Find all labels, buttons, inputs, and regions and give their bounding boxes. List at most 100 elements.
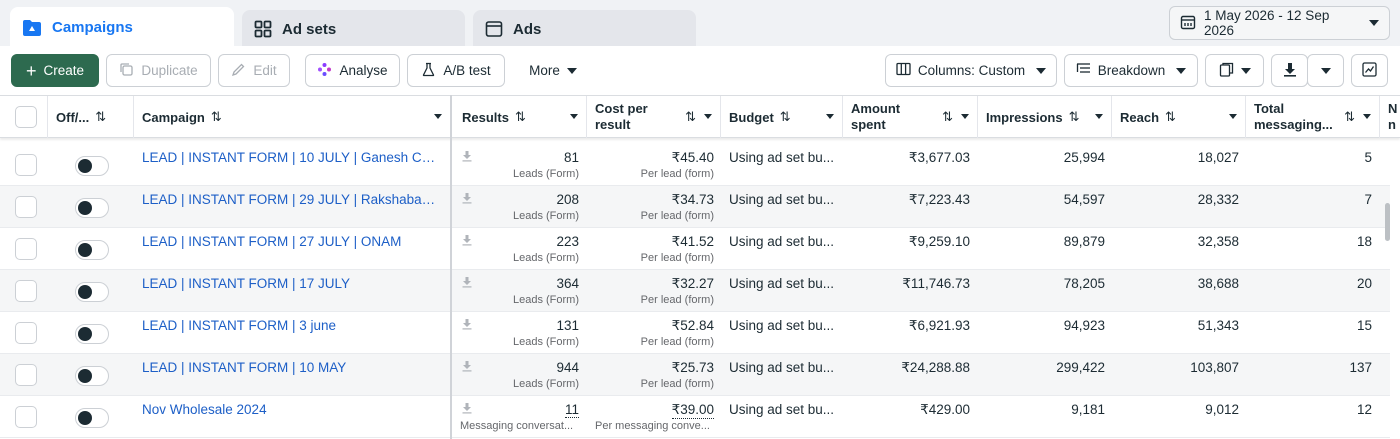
cost-value[interactable]: ₹39.00 <box>671 402 714 419</box>
header-budget[interactable]: Budget ⇅ <box>721 96 843 138</box>
campaign-toggle[interactable] <box>75 324 109 344</box>
sort-icon[interactable]: ⇅ <box>685 109 696 125</box>
tab-ad-sets[interactable]: Ad sets <box>242 10 465 48</box>
row-checkbox[interactable] <box>15 322 37 344</box>
header-label-wrap: Nn <box>1388 101 1397 133</box>
chevron-down-icon <box>566 67 577 74</box>
row-checkbox[interactable] <box>15 280 37 302</box>
edit-button[interactable]: Edit <box>218 54 290 87</box>
sort-icon[interactable]: ⇅ <box>942 109 953 125</box>
row-checkbox[interactable] <box>15 196 37 218</box>
table-row[interactable]: LEAD | INSTANT FORM | 17 JULY 364 Leads (F… <box>0 270 1390 312</box>
header-results[interactable]: Results ⇅ <box>454 96 587 138</box>
date-range-picker[interactable]: 1 May 2026 - 12 Sep 2026 <box>1169 6 1390 40</box>
cost-type: Per lead (form) <box>640 168 714 180</box>
campaign-toggle[interactable] <box>75 282 109 302</box>
cost-value: ₹25.73 <box>671 360 714 375</box>
breakdown-button[interactable]: Breakdown <box>1064 54 1198 87</box>
header-label: Cost per <box>595 101 648 116</box>
header-label: Results <box>462 109 509 125</box>
chevron-down-icon[interactable] <box>961 114 969 119</box>
row-checkbox[interactable] <box>15 154 37 176</box>
campaign-toggle[interactable] <box>75 156 109 176</box>
columns-button[interactable]: Columns: Custom <box>885 54 1057 87</box>
chevron-down-icon[interactable] <box>570 114 578 119</box>
results-value: 944 <box>556 360 579 375</box>
chevron-down-icon[interactable] <box>704 114 712 119</box>
table-row[interactable]: Nov Wholesale 2024 11 Messaging conversat.… <box>0 396 1390 438</box>
sort-icon[interactable]: ⇅ <box>1165 109 1176 125</box>
campaign-name-link[interactable]: Nov Wholesale 2024 <box>142 402 438 417</box>
chevron-down-icon[interactable] <box>1229 114 1237 119</box>
row-checkbox[interactable] <box>15 238 37 260</box>
chevron-down-icon[interactable] <box>434 114 442 119</box>
header-off-on[interactable]: Off/... ⇅ <box>48 96 134 138</box>
duplicate-button[interactable]: Duplicate <box>106 54 211 87</box>
header-select-all[interactable] <box>0 96 48 138</box>
chevron-down-icon[interactable] <box>826 114 834 119</box>
row-checkbox[interactable] <box>15 364 37 386</box>
sort-icon[interactable]: ⇅ <box>95 109 106 125</box>
select-all-checkbox[interactable] <box>15 106 37 128</box>
campaign-name-link[interactable]: LEAD | INSTANT FORM | 3 june <box>142 318 438 333</box>
amount-spent-value: ₹11,746.73 <box>902 276 970 291</box>
campaign-name-link[interactable]: LEAD | INSTANT FORM | 29 JULY | Rakshaba… <box>142 192 438 207</box>
cost-type: Per lead (form) <box>640 252 714 264</box>
row-checkbox[interactable] <box>15 406 37 428</box>
sort-icon[interactable]: ⇅ <box>1069 109 1080 125</box>
header-label-wrap: Total messaging... <box>1254 101 1333 133</box>
sort-icon[interactable]: ⇅ <box>1344 109 1355 125</box>
analyse-button[interactable]: Analyse <box>305 54 400 87</box>
campaign-name-link[interactable]: LEAD | INSTANT FORM | 17 JULY <box>142 276 438 291</box>
table-row[interactable]: LEAD | INSTANT FORM | 10 JULY | Ganesh C… <box>0 144 1390 186</box>
more-button[interactable]: More <box>515 54 591 87</box>
campaign-name-link[interactable]: LEAD | INSTANT FORM | 10 MAY <box>142 360 438 375</box>
amount-spent-cell: ₹9,259.10 <box>843 228 970 270</box>
header-label: Off/... <box>56 109 90 125</box>
header-campaign[interactable]: Campaign ⇅ <box>134 96 451 138</box>
campaign-toggle[interactable] <box>75 198 109 218</box>
export-button[interactable] <box>1271 54 1308 87</box>
header-total-messaging[interactable]: Total messaging... ⇅ <box>1246 96 1380 138</box>
cost-cell: ₹25.73 Per lead (form) <box>587 354 714 396</box>
frozen-column-divider[interactable] <box>450 95 452 439</box>
campaign-name-link[interactable]: LEAD | INSTANT FORM | 27 JULY | ONAM <box>142 234 438 249</box>
vertical-scrollbar[interactable] <box>1385 203 1390 241</box>
impressions-cell: 25,994 <box>978 144 1105 186</box>
chevron-down-icon[interactable] <box>1363 114 1371 119</box>
header-next-column[interactable]: Nn <box>1380 96 1400 138</box>
cost-cell: ₹41.52 Per lead (form) <box>587 228 714 270</box>
results-value: 81 <box>563 150 579 165</box>
sort-icon[interactable]: ⇅ <box>780 109 791 125</box>
reach-cell: 9,012 <box>1112 396 1239 438</box>
tab-ads[interactable]: Ads <box>473 10 696 48</box>
header-amount-spent[interactable]: Amount spent ⇅ <box>843 96 978 138</box>
reports-button[interactable] <box>1205 54 1264 87</box>
table-row[interactable]: LEAD | INSTANT FORM | 10 MAY 944 Leads (Fo… <box>0 354 1390 396</box>
header-cost-per-result[interactable]: Cost per result ⇅ <box>587 96 721 138</box>
ab-test-button[interactable]: A/B test <box>407 54 505 87</box>
pencil-icon <box>231 62 246 80</box>
chevron-down-icon[interactable] <box>1095 114 1103 119</box>
breakdown-icon <box>1076 62 1091 79</box>
reach-value: 51,343 <box>1197 318 1239 333</box>
header-impressions[interactable]: Impressions ⇅ <box>978 96 1112 138</box>
tab-campaigns[interactable]: Campaigns <box>10 7 234 48</box>
table-row[interactable]: LEAD | INSTANT FORM | 29 JULY | Rakshaba… <box>0 186 1390 228</box>
messaging-cell: 20 <box>1246 270 1372 312</box>
table-row[interactable]: LEAD | INSTANT FORM | 3 june 131 Leads (Fo… <box>0 312 1390 354</box>
create-button[interactable]: + Create <box>11 54 99 87</box>
charts-button[interactable] <box>1351 54 1388 87</box>
results-value[interactable]: 11 <box>564 402 579 418</box>
campaign-toggle[interactable] <box>75 240 109 260</box>
sort-icon[interactable]: ⇅ <box>515 109 526 125</box>
campaign-toggle[interactable] <box>75 408 109 428</box>
campaign-name-link[interactable]: LEAD | INSTANT FORM | 10 JULY | Ganesh C… <box>142 150 438 165</box>
results-type: Messaging conversat... <box>460 420 574 432</box>
table-row[interactable]: LEAD | INSTANT FORM | 27 JULY | ONAM 223 L… <box>0 228 1390 270</box>
sort-icon[interactable]: ⇅ <box>211 109 222 125</box>
campaign-toggle[interactable] <box>75 366 109 386</box>
export-menu-button[interactable] <box>1307 54 1344 87</box>
header-reach[interactable]: Reach ⇅ <box>1112 96 1246 138</box>
results-cell: 131 Leads (Form) <box>454 312 579 354</box>
